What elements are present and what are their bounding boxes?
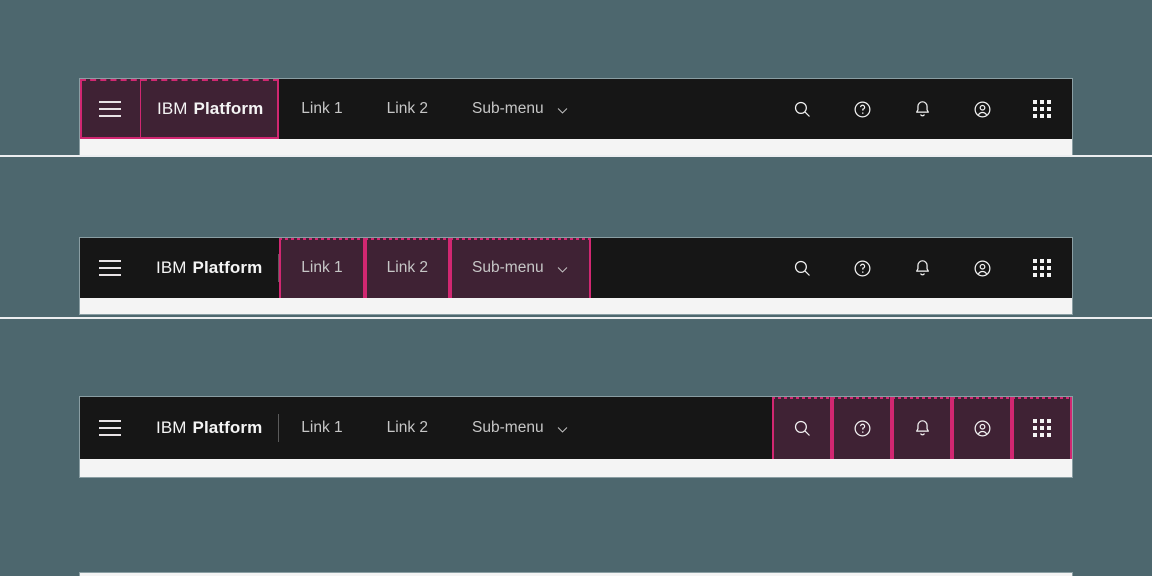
notification-bell-icon	[912, 418, 933, 439]
hamburger-menu-button[interactable]	[80, 238, 140, 298]
nav-link-1[interactable]: Link 1	[279, 397, 364, 459]
chevron-down-icon	[556, 423, 569, 436]
primary-navigation: Link 1 Link 2 Sub-menu	[279, 238, 772, 298]
help-icon	[852, 418, 873, 439]
search-button[interactable]	[772, 79, 832, 139]
header-actions	[772, 79, 1072, 139]
nav-link-1-label: Link 1	[301, 259, 343, 276]
search-button[interactable]	[772, 238, 832, 298]
notification-bell-icon	[912, 99, 933, 120]
user-avatar-icon	[972, 418, 993, 439]
shell-variant-2: IBM Platform Link 1 Link 2 Sub-menu	[79, 237, 1073, 315]
nav-link-2[interactable]: Link 2	[365, 397, 450, 459]
section-divider-2	[0, 317, 1152, 319]
ui-shell-header: IBM Platform Link 1 Link 2 Sub-menu	[80, 79, 1072, 139]
header-actions	[772, 397, 1072, 459]
highlight-menu-and-brand: IBM Platform	[80, 79, 280, 139]
nav-submenu-label: Sub-menu	[472, 419, 544, 436]
notifications-button[interactable]	[892, 79, 952, 139]
user-avatar-icon	[972, 258, 993, 279]
notifications-button[interactable]	[892, 397, 952, 459]
content-strip	[80, 139, 1072, 155]
help-button[interactable]	[832, 238, 892, 298]
nav-link-1[interactable]: Link 1	[279, 238, 366, 298]
app-switcher-button[interactable]	[1012, 238, 1072, 298]
nav-link-2-label: Link 2	[386, 259, 429, 276]
nav-link-2[interactable]: Link 2	[365, 79, 450, 139]
nav-link-1-label: Link 1	[301, 100, 343, 117]
notification-bell-icon	[912, 258, 933, 279]
brand-prefix: IBM	[156, 258, 187, 277]
app-switcher-button[interactable]	[1012, 397, 1072, 459]
help-icon	[852, 258, 873, 279]
nav-link-2-label: Link 2	[386, 419, 429, 436]
header-actions	[772, 238, 1072, 298]
app-switcher-icon	[1033, 419, 1051, 437]
content-strip	[80, 298, 1072, 314]
nav-submenu[interactable]: Sub-menu	[450, 79, 591, 139]
user-avatar-icon	[972, 99, 993, 120]
hamburger-menu-icon	[99, 420, 121, 436]
nav-link-2[interactable]: Link 2	[364, 238, 451, 298]
nav-link-1[interactable]: Link 1	[279, 79, 364, 139]
primary-navigation: Link 1 Link 2 Sub-menu	[279, 79, 772, 139]
nav-submenu[interactable]: Sub-menu	[450, 238, 591, 298]
primary-navigation: Link 1 Link 2 Sub-menu	[279, 397, 772, 459]
shell-variant-3: IBM Platform Link 1 Link 2 Sub-menu	[79, 396, 1073, 478]
app-switcher-icon	[1033, 259, 1051, 277]
brand-prefix: IBM	[157, 99, 188, 118]
nav-link-2-label: Link 2	[386, 100, 429, 117]
account-button[interactable]	[952, 397, 1012, 459]
hamburger-menu-button[interactable]	[80, 397, 140, 459]
search-button[interactable]	[772, 397, 832, 459]
search-icon	[792, 99, 813, 120]
help-icon	[852, 99, 873, 120]
shell-variant-4-partial	[79, 572, 1073, 576]
hamburger-menu-icon	[99, 260, 121, 276]
search-icon	[792, 418, 813, 439]
brand-prefix: IBM	[156, 418, 187, 437]
nav-link-1-label: Link 1	[301, 419, 343, 436]
chevron-down-icon	[556, 263, 569, 276]
hamburger-menu-button[interactable]	[80, 79, 140, 139]
brand-name[interactable]: IBM Platform	[141, 79, 279, 139]
content-strip	[80, 459, 1072, 477]
account-button[interactable]	[952, 79, 1012, 139]
notifications-button[interactable]	[892, 238, 952, 298]
nav-submenu[interactable]: Sub-menu	[450, 397, 591, 459]
help-button[interactable]	[832, 79, 892, 139]
shell-variant-1: IBM Platform Link 1 Link 2 Sub-menu	[79, 78, 1073, 156]
brand-name[interactable]: IBM Platform	[140, 238, 278, 298]
brand-title: Platform	[192, 258, 263, 277]
brand-title: Platform	[192, 418, 263, 437]
chevron-down-icon	[556, 104, 569, 117]
nav-submenu-label: Sub-menu	[472, 100, 544, 117]
brand-title: Platform	[193, 99, 264, 118]
app-switcher-icon	[1033, 100, 1051, 118]
help-button[interactable]	[832, 397, 892, 459]
ui-shell-header: IBM Platform Link 1 Link 2 Sub-menu	[80, 238, 1072, 298]
account-button[interactable]	[952, 238, 1012, 298]
brand-name[interactable]: IBM Platform	[140, 397, 278, 459]
section-divider-1	[0, 155, 1152, 157]
app-switcher-button[interactable]	[1012, 79, 1072, 139]
nav-submenu-label: Sub-menu	[472, 259, 544, 276]
hamburger-menu-icon	[99, 101, 121, 117]
ui-shell-header: IBM Platform Link 1 Link 2 Sub-menu	[80, 397, 1072, 459]
search-icon	[792, 258, 813, 279]
